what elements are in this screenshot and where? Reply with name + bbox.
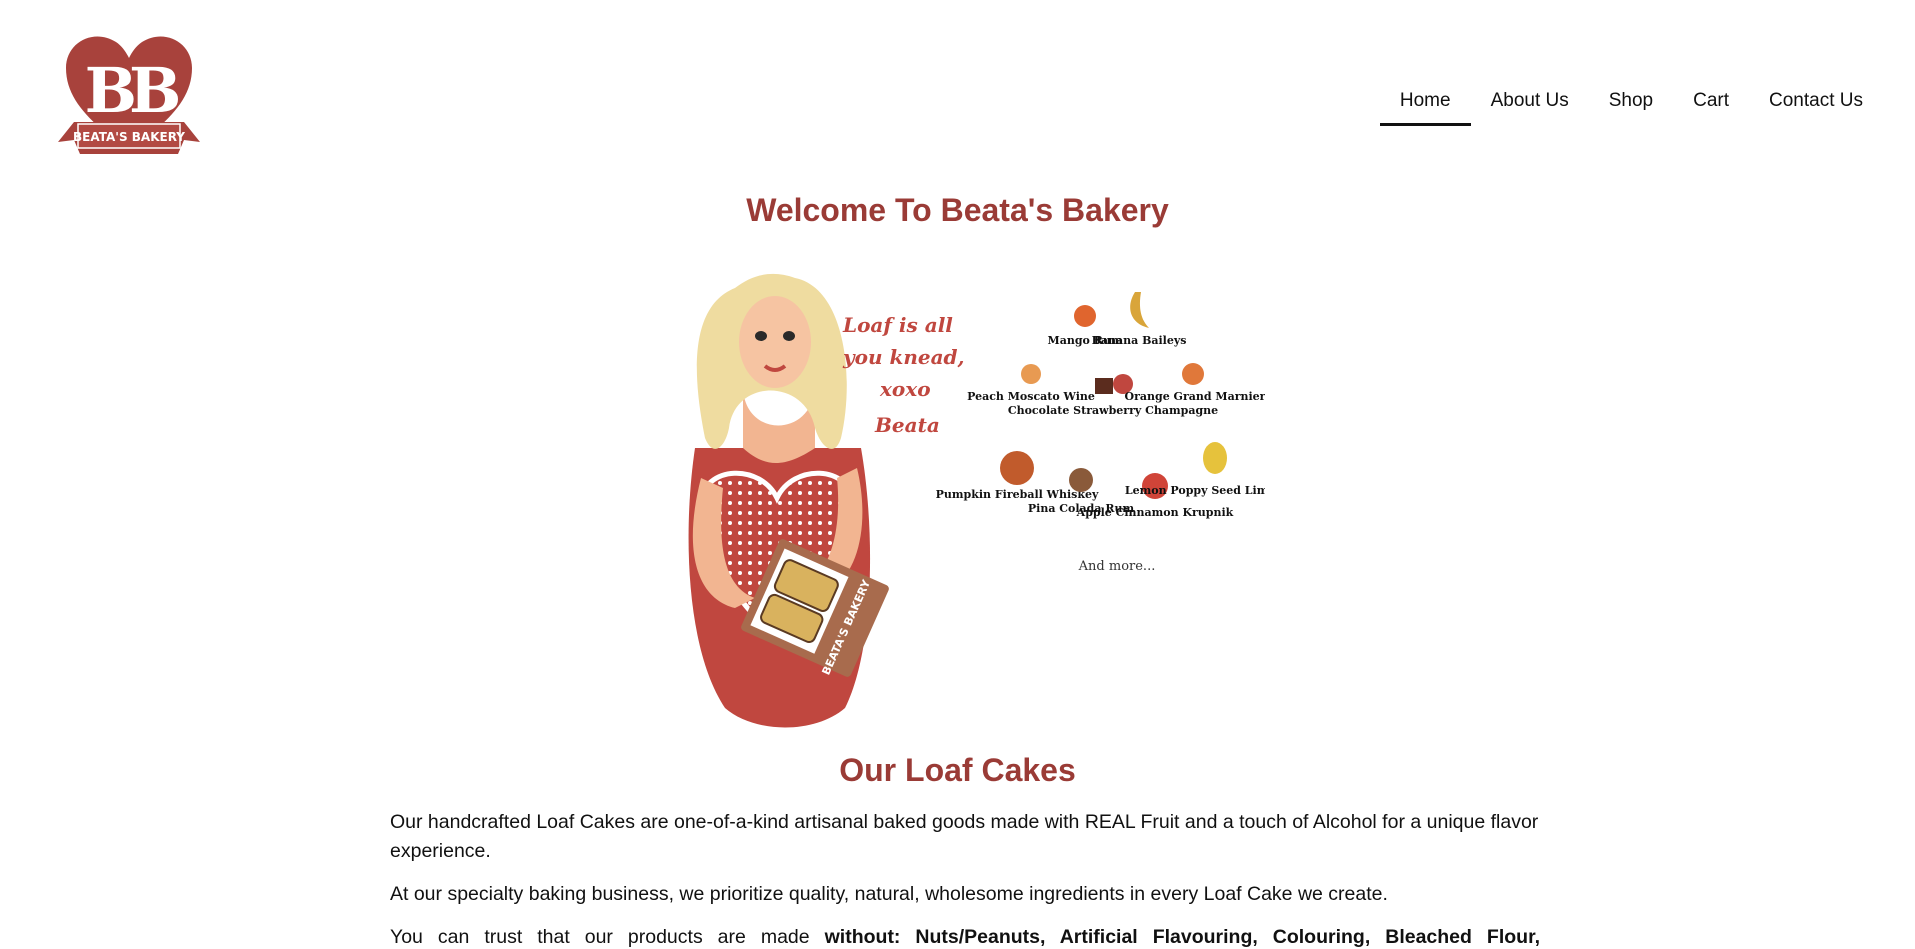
ingredients-lead: You can trust that our products are made: [390, 926, 825, 948]
svg-text:And more...: And more...: [1078, 559, 1156, 574]
nav-cart[interactable]: Cart: [1673, 86, 1749, 126]
nav-about-us[interactable]: About Us: [1471, 86, 1589, 126]
quality-paragraph: At our specialty baking business, we pri…: [390, 883, 1388, 905]
svg-text:you knead,: you knead,: [842, 345, 965, 369]
loaf-cakes-heading: Our Loaf Cakes: [839, 752, 1076, 788]
hero-illustration: BEATA'S BAKERY Loaf is all you knead, xo…: [688, 273, 1265, 728]
svg-text:BB: BB: [85, 54, 178, 127]
svg-text:Loaf is all: Loaf is all: [842, 313, 953, 337]
svg-text:Orange Grand Marnier: Orange Grand Marnier: [1125, 390, 1265, 403]
site-header: BB BEATA'S BAKERY Home About Us Shop Car…: [0, 0, 1915, 165]
nav-shop[interactable]: Shop: [1589, 86, 1673, 126]
ingredients-paragraph: You can trust that our products are made…: [390, 923, 1540, 949]
svg-text:Apple Cinnamon Krupnik: Apple Cinnamon Krupnik: [1076, 506, 1234, 519]
svg-text:Banana Baileys: Banana Baileys: [1092, 334, 1187, 347]
ingredients-list: without: Nuts/Peanuts, Artificial Flavou…: [824, 926, 1541, 948]
flavor-chart: Mango Rum Banana Baileys Peach Moscato W…: [936, 292, 1265, 574]
svg-text:Lemon Poppy Seed Limoncello: Lemon Poppy Seed Limoncello: [1125, 484, 1265, 497]
svg-text:Beata: Beata: [874, 413, 940, 437]
intro-paragraph: Our handcrafted Loaf Cakes are one-of-a-…: [390, 811, 1539, 862]
svg-text:xoxo: xoxo: [879, 377, 931, 401]
signature-text: Loaf is all you knead, xoxo Beata: [842, 313, 965, 437]
main-nav: Home About Us Shop Cart Contact Us: [1379, 86, 1883, 126]
svg-text:Chocolate Strawberry Champagne: Chocolate Strawberry Champagne: [1008, 404, 1218, 417]
svg-text:BEATA'S BAKERY: BEATA'S BAKERY: [73, 130, 185, 144]
welcome-title: Welcome To Beata's Bakery: [746, 192, 1169, 228]
svg-text:Peach Moscato Wine: Peach Moscato Wine: [967, 390, 1095, 403]
nav-home[interactable]: Home: [1379, 86, 1471, 126]
beata-illustration: BEATA'S BAKERY: [688, 273, 889, 728]
bakery-logo[interactable]: BB BEATA'S BAKERY: [54, 24, 204, 164]
nav-contact-us[interactable]: Contact Us: [1749, 86, 1883, 126]
